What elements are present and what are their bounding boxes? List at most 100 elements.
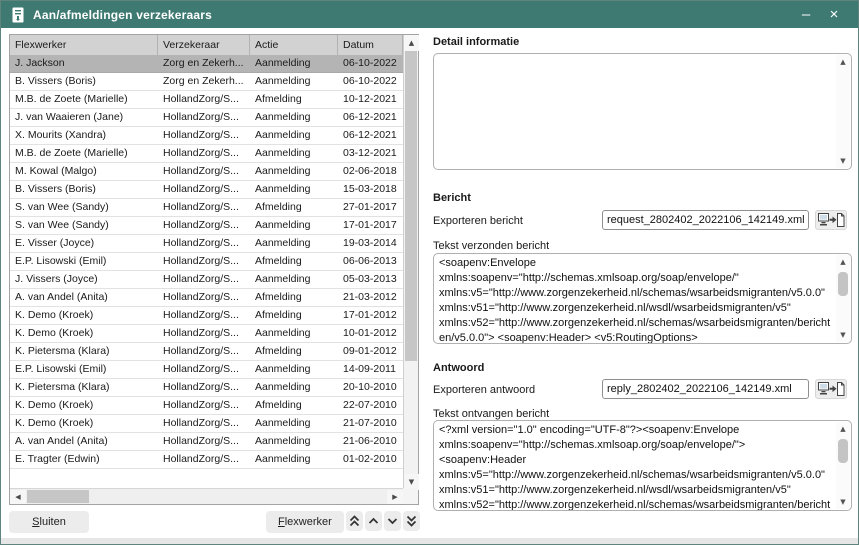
table-row[interactable]: K. Pietersma (Klara) HollandZorg/S... Aa… [10,379,403,397]
scroll-up-icon[interactable]: ▲ [836,255,850,269]
cell-datum: 21-06-2010 [338,433,403,450]
table-row[interactable]: K. Demo (Kroek) HollandZorg/S... Afmeldi… [10,307,403,325]
column-header-datum[interactable]: Datum [338,35,403,55]
scroll-down-icon[interactable]: ▼ [836,328,850,342]
column-header-flexwerker[interactable]: Flexwerker [10,35,158,55]
table-row[interactable]: M.B. de Zoete (Marielle) HollandZorg/S..… [10,91,403,109]
cell-flexwerker: K. Pietersma (Klara) [10,379,158,396]
table-horizontal-scrollbar[interactable]: ◀ ▶ [10,488,403,504]
exporteren-antwoord-input[interactable] [602,379,809,399]
cell-actie: Aanmelding [250,235,338,252]
table-row[interactable]: A. van Andel (Anita) HollandZorg/S... Aa… [10,433,403,451]
flexwerker-button-label: Flexwerker [266,511,344,533]
flexwerker-button[interactable]: Flexwerker [266,511,344,533]
scroll-left-icon[interactable]: ◀ [10,490,26,504]
export-bericht-button[interactable] [815,210,847,230]
cell-datum: 09-01-2012 [338,343,403,360]
scroll-prev-button[interactable] [365,511,382,531]
verzonden-bericht-textarea[interactable]: <soapenv:Envelope xmlns:soapenv="http://… [433,253,852,344]
cell-flexwerker: K. Demo (Kroek) [10,415,158,432]
table-row[interactable]: J. van Waaieren (Jane) HollandZorg/S... … [10,109,403,127]
table-row[interactable]: X. Mourits (Xandra) HollandZorg/S... Aan… [10,127,403,145]
cell-datum: 05-03-2013 [338,271,403,288]
horizontal-scroll-thumb[interactable] [27,490,89,503]
scroll-first-button[interactable] [346,511,363,531]
scroll-thumb[interactable] [838,439,848,463]
exporteren-bericht-label: Exporteren bericht [433,215,523,227]
scroll-next-button[interactable] [384,511,401,531]
minimize-button[interactable]: – [792,4,820,26]
ontvangen-bericht-textarea[interactable]: <?xml version="1.0" encoding="UTF-8"?><s… [433,420,852,511]
cell-verzekeraar: HollandZorg/S... [158,451,250,468]
table-vertical-scrollbar[interactable]: ▲ ▼ [403,35,418,490]
cell-flexwerker: J. van Waaieren (Jane) [10,109,158,126]
cell-flexwerker: X. Mourits (Xandra) [10,127,158,144]
scroll-up-icon[interactable]: ▲ [836,422,850,436]
table-row[interactable]: M. Kowal (Malgo) HollandZorg/S... Aanmel… [10,163,403,181]
verzonden-scrollbar[interactable]: ▲ ▼ [836,255,850,342]
table-row[interactable]: S. van Wee (Sandy) HollandZorg/S... Afme… [10,199,403,217]
cell-flexwerker: E. Tragter (Edwin) [10,451,158,468]
table-row[interactable]: A. van Andel (Anita) HollandZorg/S... Af… [10,289,403,307]
cell-flexwerker: E.P. Lisowski (Emil) [10,253,158,270]
table-row[interactable]: S. van Wee (Sandy) HollandZorg/S... Aanm… [10,217,403,235]
column-header-verzekeraar[interactable]: Verzekeraar [158,35,250,55]
cell-datum: 10-01-2012 [338,325,403,342]
export-antwoord-button[interactable] [815,379,847,399]
titlebar: Aan/afmeldingen verzekeraars – × [1,1,858,28]
cell-verzekeraar: HollandZorg/S... [158,217,250,234]
table-row[interactable]: J. Vissers (Joyce) HollandZorg/S... Aanm… [10,271,403,289]
detail-panel: Detail informatie ▲ ▼ Bericht Exporteren… [433,34,852,512]
table-row[interactable]: J. Jackson Zorg en Zekerh... Aanmelding … [10,55,403,73]
cell-flexwerker: E.P. Lisowski (Emil) [10,361,158,378]
cell-datum: 17-01-2012 [338,307,403,324]
cell-datum: 15-03-2018 [338,181,403,198]
table-row[interactable]: B. Vissers (Boris) HollandZorg/S... Aanm… [10,181,403,199]
table-row[interactable]: E.P. Lisowski (Emil) HollandZorg/S... Aa… [10,361,403,379]
sluiten-button[interactable]: Sluiten [9,511,89,533]
cell-actie: Afmelding [250,91,338,108]
table-row[interactable]: E. Tragter (Edwin) HollandZorg/S... Aanm… [10,451,403,469]
cell-actie: Aanmelding [250,181,338,198]
cell-datum: 17-01-2017 [338,217,403,234]
table-row[interactable]: B. Vissers (Boris) Zorg en Zekerh... Aan… [10,73,403,91]
cell-verzekeraar: HollandZorg/S... [158,343,250,360]
cell-verzekeraar: HollandZorg/S... [158,235,250,252]
cell-verzekeraar: HollandZorg/S... [158,109,250,126]
cell-verzekeraar: Zorg en Zekerh... [158,55,250,72]
scroll-down-icon[interactable]: ▼ [836,495,850,509]
column-header-actie[interactable]: Actie [250,35,338,55]
table-row[interactable]: K. Demo (Kroek) HollandZorg/S... Aanmeld… [10,415,403,433]
detail-textarea[interactable]: ▲ ▼ [433,53,852,170]
table-row[interactable]: E. Visser (Joyce) HollandZorg/S... Aanme… [10,235,403,253]
scroll-down-icon[interactable]: ▼ [836,154,850,168]
window-bottom-strip [1,538,858,544]
window-title: Aan/afmeldingen verzekeraars [33,8,792,22]
cell-datum: 06-10-2022 [338,55,403,72]
detail-scrollbar[interactable]: ▲ ▼ [836,55,850,168]
scroll-thumb[interactable] [838,272,848,296]
vertical-scroll-thumb[interactable] [405,51,417,361]
cell-actie: Aanmelding [250,55,338,72]
table-row[interactable]: M.B. de Zoete (Marielle) HollandZorg/S..… [10,145,403,163]
close-button[interactable]: × [820,4,848,26]
ontvangen-scrollbar[interactable]: ▲ ▼ [836,422,850,509]
tekst-verzonden-label: Tekst verzonden bericht [433,240,549,252]
scroll-last-button[interactable] [403,511,420,531]
table-row[interactable]: E.P. Lisowski (Emil) HollandZorg/S... Af… [10,253,403,271]
cell-verzekeraar: HollandZorg/S... [158,271,250,288]
table-row[interactable]: K. Pietersma (Klara) HollandZorg/S... Af… [10,343,403,361]
cell-flexwerker: K. Demo (Kroek) [10,307,158,324]
table-row[interactable]: K. Demo (Kroek) HollandZorg/S... Afmeldi… [10,397,403,415]
cell-actie: Aanmelding [250,361,338,378]
export-to-file-icon [818,212,845,228]
table-row[interactable]: K. Demo (Kroek) HollandZorg/S... Aanmeld… [10,325,403,343]
cell-verzekeraar: HollandZorg/S... [158,361,250,378]
exporteren-bericht-input[interactable] [602,210,809,230]
cell-flexwerker: S. van Wee (Sandy) [10,199,158,216]
scroll-up-icon[interactable]: ▲ [404,35,419,51]
scroll-right-icon[interactable]: ▶ [387,490,403,504]
cell-verzekeraar: HollandZorg/S... [158,397,250,414]
cell-actie: Aanmelding [250,109,338,126]
scroll-up-icon[interactable]: ▲ [836,55,850,69]
